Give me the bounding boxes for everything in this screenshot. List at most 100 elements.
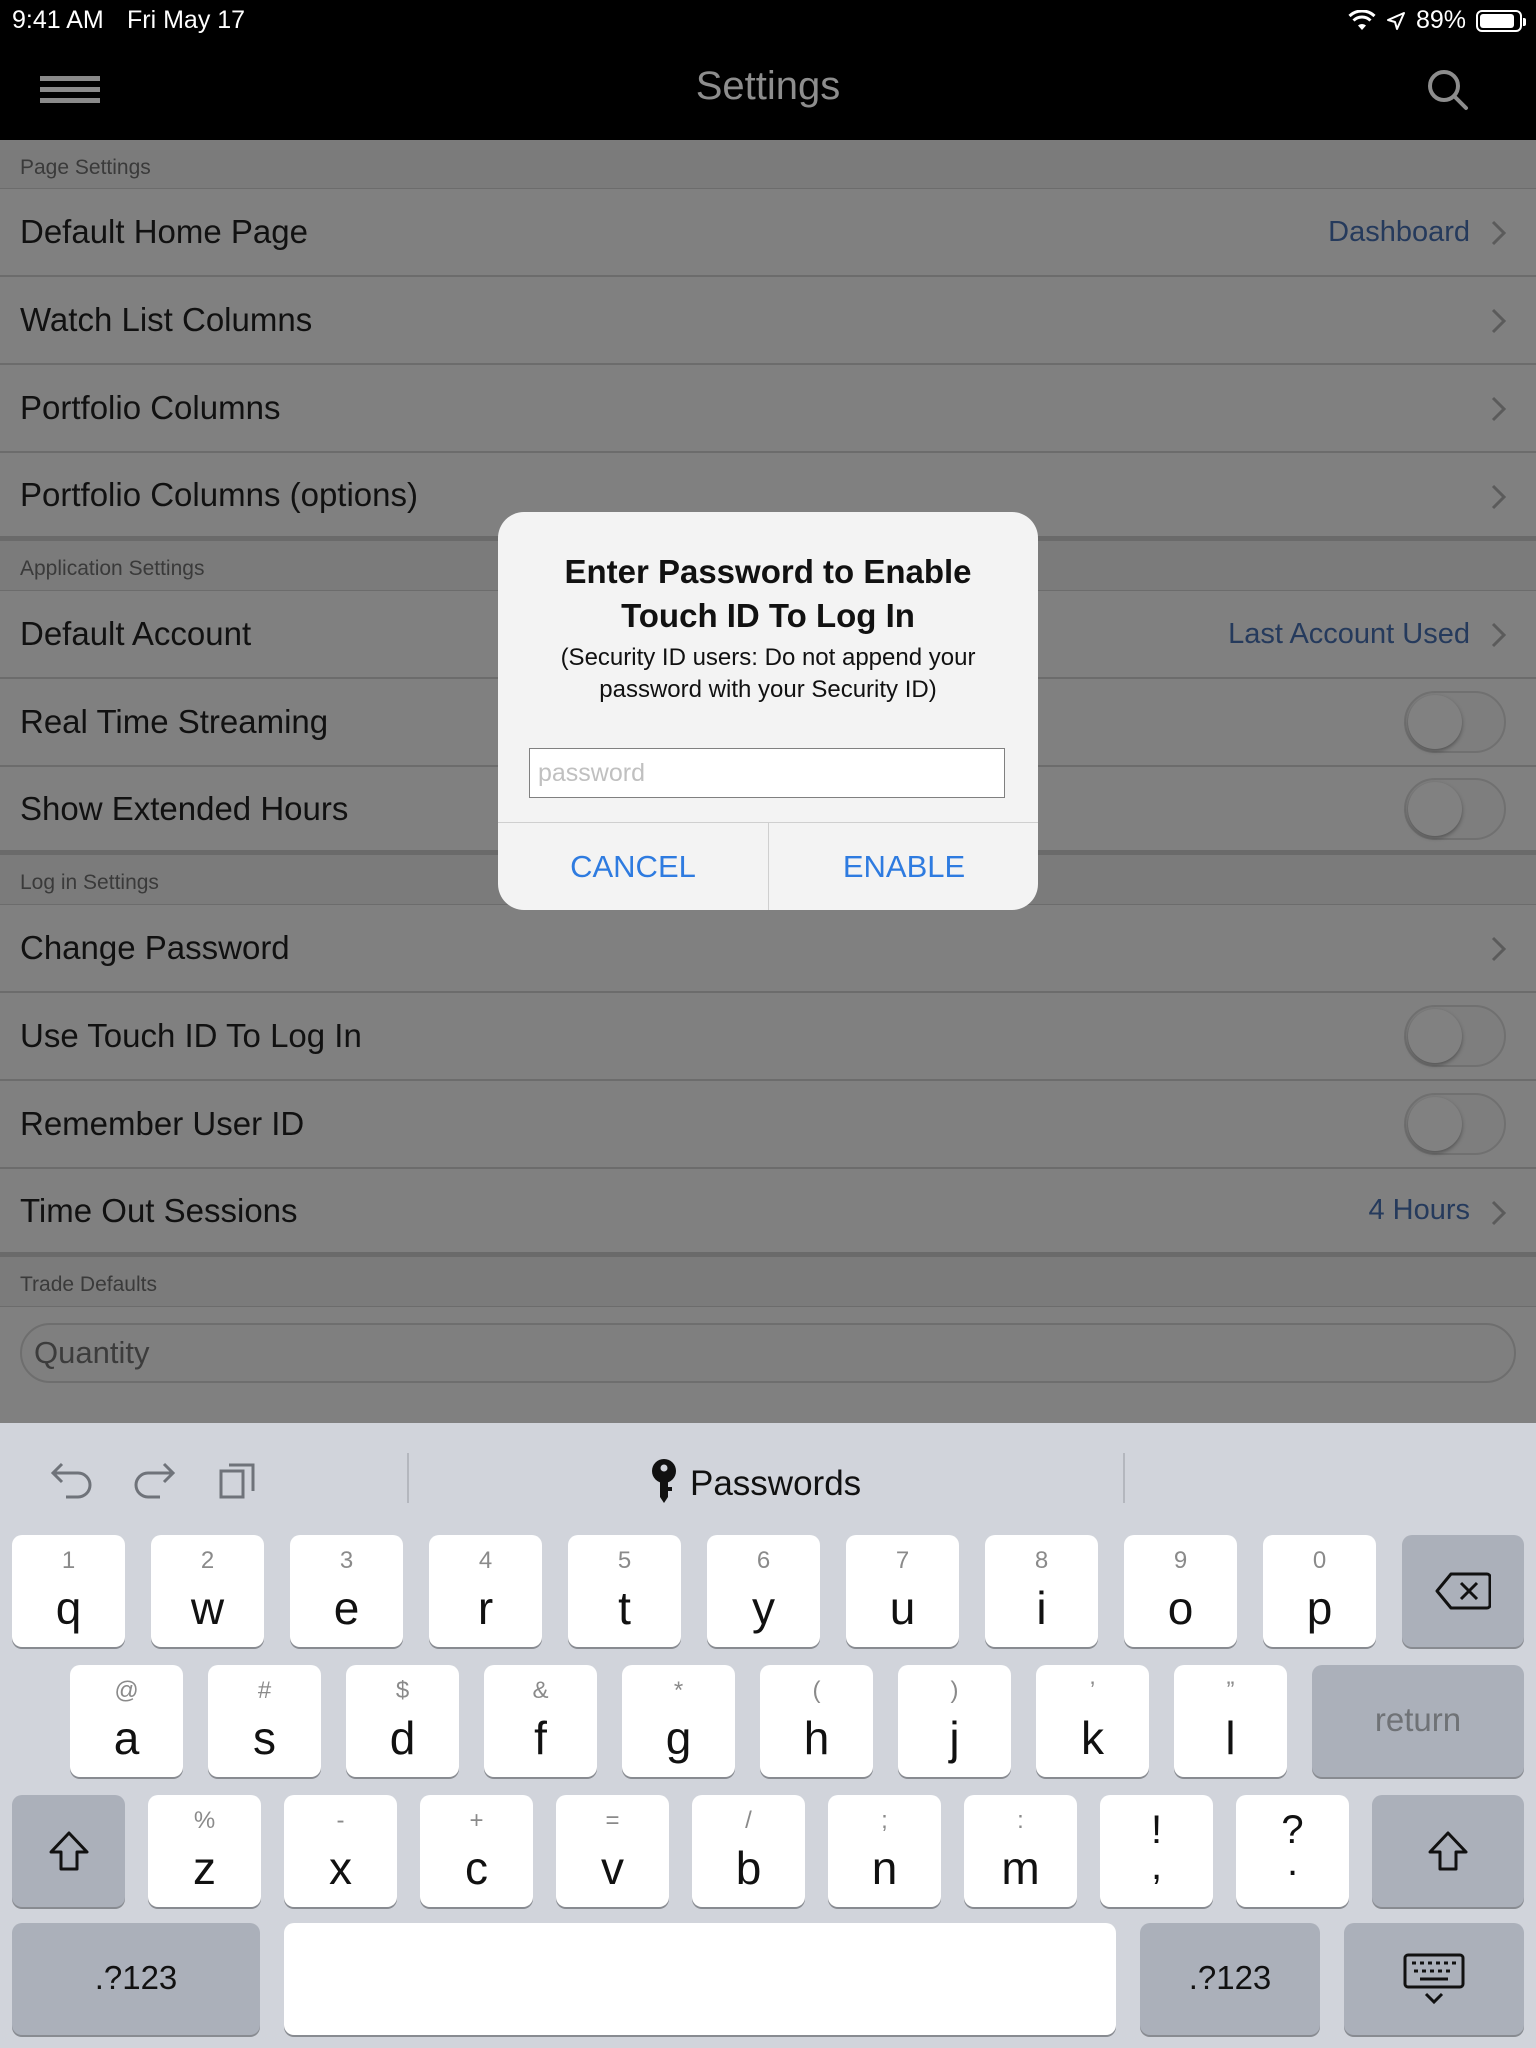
row-label: Show Extended Hours <box>20 789 349 827</box>
section-header-page-settings: Page Settings <box>0 140 1536 189</box>
return-key[interactable]: return <box>1312 1665 1524 1777</box>
nav-bar: Settings <box>0 40 1536 140</box>
key-p[interactable]: 0p <box>1263 1535 1376 1647</box>
shift-icon <box>49 1831 88 1871</box>
row-time-out-sessions[interactable]: Time Out Sessions 4 Hours <box>0 1169 1536 1257</box>
row-remember-user-id: Remember User ID <box>0 1081 1536 1169</box>
real-time-streaming-toggle[interactable] <box>1404 691 1506 753</box>
use-touch-id-toggle[interactable] <box>1404 1005 1506 1067</box>
status-time: 9:41 AM <box>12 6 104 34</box>
status-date: Fri May 17 <box>127 6 246 34</box>
key-m[interactable]: :m <box>964 1795 1077 1907</box>
chevron-right-icon <box>1491 220 1507 246</box>
row-value: Last Account Used <box>1228 617 1470 650</box>
key-f[interactable]: & f <box>484 1665 597 1777</box>
row-label: Portfolio Columns <box>20 389 281 426</box>
status-bar: 9:41 AM Fri May 17 89% <box>0 0 1536 40</box>
paste-icon[interactable] <box>218 1459 258 1501</box>
key-v[interactable]: = v <box>556 1795 669 1907</box>
redo-icon[interactable] <box>132 1459 180 1499</box>
numbers-key-right[interactable]: .?123 <box>1140 1923 1320 2035</box>
row-label: Use Touch ID To Log In <box>20 1017 362 1054</box>
key-d[interactable]: $ d <box>346 1665 459 1777</box>
passwords-label: Passwords <box>690 1464 862 1503</box>
key-question-period[interactable]: ?. <box>1236 1795 1349 1907</box>
key-u[interactable]: 7u <box>846 1535 959 1647</box>
numbers-key-left[interactable]: .?123 <box>12 1923 260 2035</box>
key-i[interactable]: 8i <box>985 1535 1098 1647</box>
key-icon <box>652 1459 676 1503</box>
key-exclamation-comma[interactable]: !, <box>1100 1795 1213 1907</box>
keyboard: Passwords 1q 2w 3e 4r 5t 6y 7u 8i 9o 0p … <box>0 1423 1536 2048</box>
row-change-password[interactable]: Change Password <box>0 905 1536 993</box>
dialog-message: (Security ID users: Do not append your p… <box>560 644 976 703</box>
status-indicators: 89% <box>1348 6 1526 35</box>
row-use-touch-id: Use Touch ID To Log In <box>0 993 1536 1081</box>
key-y[interactable]: 6y <box>707 1535 820 1647</box>
key-s[interactable]: # s <box>208 1665 321 1777</box>
section-header-trade-defaults: Trade Defaults <box>0 1257 1536 1307</box>
shift-icon <box>1428 1831 1468 1871</box>
chevron-right-icon <box>1491 1200 1507 1226</box>
password-input[interactable]: password <box>529 748 1005 798</box>
row-portfolio-columns[interactable]: Portfolio Columns <box>0 365 1536 453</box>
row-label: Time Out Sessions <box>20 1191 298 1229</box>
dialog-title: Enter Password to Enable Touch ID To Log… <box>564 553 972 634</box>
undo-icon[interactable] <box>46 1459 94 1499</box>
quantity-wrapper: Quantity <box>0 1307 1536 1417</box>
key-n[interactable]: ; n <box>828 1795 941 1907</box>
delete-key[interactable] <box>1402 1535 1524 1647</box>
row-label: Change Password <box>20 929 290 966</box>
cancel-button[interactable]: CANCEL <box>498 823 768 910</box>
key-x[interactable]: -x <box>284 1795 397 1907</box>
row-default-home-page[interactable]: Default Home Page Dashboard <box>0 189 1536 277</box>
key-k[interactable]: ’ k <box>1036 1665 1149 1777</box>
key-e[interactable]: 3e <box>290 1535 403 1647</box>
passwords-button[interactable]: Passwords <box>650 1459 861 1509</box>
key-b[interactable]: / b <box>692 1795 805 1907</box>
row-label: Default Home Page <box>20 213 308 250</box>
keyboard-toolbar: Passwords <box>0 1423 1536 1533</box>
row-label: Watch List Columns <box>20 301 313 338</box>
key-l[interactable]: ” l <box>1174 1665 1287 1777</box>
row-label: Remember User ID <box>20 1105 305 1142</box>
chevron-right-icon <box>1491 484 1507 510</box>
battery-icon <box>1476 9 1526 32</box>
chevron-right-icon <box>1491 308 1507 334</box>
key-o[interactable]: 9o <box>1124 1535 1237 1647</box>
row-value: Dashboard <box>1328 215 1470 248</box>
key-w[interactable]: 2w <box>151 1535 264 1647</box>
delete-icon <box>1435 1572 1491 1610</box>
key-q[interactable]: 1q <box>12 1535 125 1647</box>
key-t[interactable]: 5t <box>568 1535 681 1647</box>
key-g[interactable]: * g <box>622 1665 735 1777</box>
search-icon[interactable] <box>1426 68 1470 112</box>
toolbar-divider <box>407 1453 409 1503</box>
chevron-right-icon <box>1491 396 1507 422</box>
row-label: Real Time Streaming <box>20 703 329 740</box>
show-extended-hours-toggle[interactable] <box>1404 777 1506 840</box>
key-r[interactable]: 4r <box>429 1535 542 1647</box>
key-j[interactable]: ) j <box>898 1665 1011 1777</box>
row-label: Portfolio Columns (options) <box>20 475 418 513</box>
key-a[interactable]: @ a <box>70 1665 183 1777</box>
row-watch-list-columns[interactable]: Watch List Columns <box>0 277 1536 365</box>
shift-key-right[interactable] <box>1372 1795 1524 1907</box>
battery-percent: 89% <box>1415 6 1466 34</box>
key-h[interactable]: (h <box>760 1665 873 1777</box>
quantity-input[interactable]: Quantity <box>20 1323 1516 1383</box>
key-c[interactable]: + c <box>420 1795 533 1907</box>
wifi-icon <box>1348 9 1376 30</box>
enable-button[interactable]: ENABLE <box>769 823 1038 910</box>
toolbar-divider <box>1123 1453 1125 1503</box>
dismiss-keyboard-key[interactable] <box>1344 1923 1524 2035</box>
row-label: Default Account <box>20 615 252 652</box>
shift-key-left[interactable] <box>12 1795 125 1907</box>
chevron-right-icon <box>1491 936 1507 962</box>
key-z[interactable]: % z <box>148 1795 261 1907</box>
space-key[interactable] <box>284 1923 1116 2035</box>
chevron-right-icon <box>1491 622 1507 648</box>
location-arrow-icon <box>1386 11 1405 30</box>
remember-user-id-toggle[interactable] <box>1404 1093 1506 1155</box>
touch-id-password-dialog: Enter Password to Enable Touch ID To Log… <box>498 512 1038 910</box>
